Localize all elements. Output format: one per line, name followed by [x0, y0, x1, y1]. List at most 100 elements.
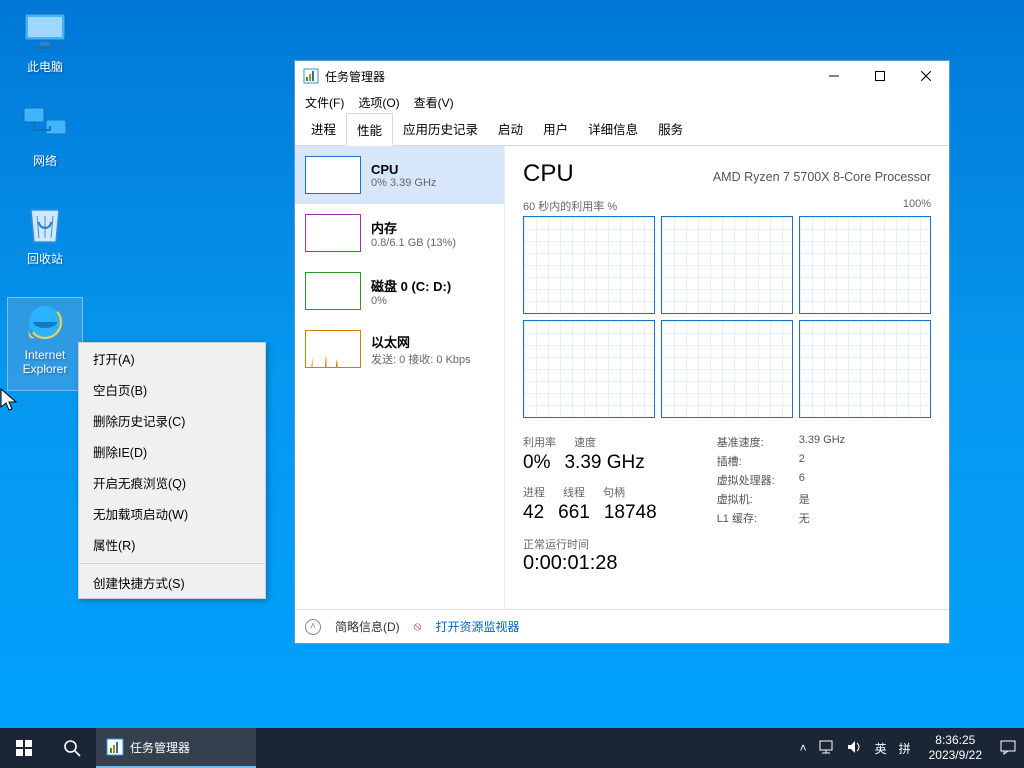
desktop-icon-recycle-bin[interactable]: 回收站	[8, 200, 82, 267]
menu-options[interactable]: 选项(O)	[358, 94, 399, 111]
lbl-util: 利用率	[523, 434, 556, 450]
monitor-icon	[21, 8, 69, 56]
side-ethernet[interactable]: 以太网 发送: 0 接收: 0 Kbps	[295, 320, 504, 378]
ctx-open[interactable]: 打开(A)	[79, 343, 265, 374]
side-memory[interactable]: 内存 0.8/6.1 GB (13%)	[295, 204, 504, 262]
mouse-cursor	[0, 388, 18, 412]
close-button[interactable]	[903, 61, 949, 91]
cpu-model: AMD Ryzen 7 5700X 8-Core Processor	[713, 170, 931, 184]
ctx-inprivate[interactable]: 开启无痕浏览(Q)	[79, 467, 265, 498]
taskbar-task-manager[interactable]: 任务管理器	[96, 728, 256, 768]
graph-left-label: 60 秒内的利用率 %	[523, 198, 617, 214]
tab-apphistory[interactable]: 应用历史记录	[393, 113, 488, 145]
rt-k1: 插槽:	[717, 453, 787, 469]
lbl-proc: 进程	[523, 484, 545, 500]
ctx-blank[interactable]: 空白页(B)	[79, 374, 265, 405]
side-disk[interactable]: 磁盘 0 (C: D:) 0%	[295, 262, 504, 320]
tm-footer: ˄ 简略信息(D) ⦸ 打开资源监视器	[295, 609, 949, 643]
side-cpu-sub: 0% 3.39 GHz	[371, 177, 436, 189]
network-tray-icon[interactable]	[819, 740, 835, 757]
search-button[interactable]	[48, 728, 96, 768]
disk-thumb	[305, 272, 361, 310]
side-mem-title: 内存	[371, 218, 456, 237]
lbl-handles: 句柄	[603, 484, 625, 500]
tab-services[interactable]: 服务	[648, 113, 693, 145]
side-cpu[interactable]: CPU 0% 3.39 GHz	[295, 146, 504, 204]
core-graph-5	[799, 320, 931, 418]
tabs: 进程 性能 应用历史记录 启动 用户 详细信息 服务	[295, 113, 949, 146]
notifications-icon[interactable]	[1000, 739, 1016, 758]
chevron-up-icon[interactable]: ˄	[305, 619, 321, 635]
desktop-icon-network[interactable]: 网络	[8, 102, 82, 169]
menu-view[interactable]: 查看(V)	[414, 94, 454, 111]
volume-icon[interactable]	[847, 740, 863, 757]
lbl-threads: 线程	[563, 484, 585, 500]
clock[interactable]: 8:36:25 2023/9/22	[923, 733, 988, 763]
uptime-label: 正常运行时间	[523, 536, 657, 552]
icon-label: 此电脑	[8, 58, 82, 75]
minimize-button[interactable]	[811, 61, 857, 91]
side-cpu-title: CPU	[371, 162, 436, 177]
system-tray: ˄ 英 拼 8:36:25 2023/9/22	[800, 733, 1024, 763]
ctx-shortcut[interactable]: 创建快捷方式(S)	[79, 567, 265, 598]
rt-k2: 虚拟处理器:	[717, 472, 787, 488]
core-graph-2	[799, 216, 931, 314]
side-net-sub: 发送: 0 接收: 0 Kbps	[371, 351, 471, 367]
open-resmon[interactable]: 打开资源监视器	[436, 618, 520, 635]
val-threads: 661	[558, 502, 590, 524]
ctx-separator	[80, 563, 264, 564]
menu-file[interactable]: 文件(F)	[305, 94, 344, 111]
side-disk-title: 磁盘 0 (C: D:)	[371, 276, 451, 295]
recycle-bin-icon	[21, 200, 69, 248]
ie-icon	[21, 298, 69, 346]
perf-main: CPU AMD Ryzen 7 5700X 8-Core Processor 6…	[505, 146, 949, 609]
tab-users[interactable]: 用户	[533, 113, 578, 145]
ime-mode[interactable]: 拼	[899, 740, 911, 757]
fewer-details[interactable]: 简略信息(D)	[335, 618, 400, 635]
rt-k3: 虚拟机:	[717, 491, 787, 507]
desktop-icon-this-pc[interactable]: 此电脑	[8, 8, 82, 75]
lbl-speed: 速度	[574, 434, 596, 450]
rt-v2: 6	[799, 472, 805, 488]
titlebar[interactable]: 任务管理器	[295, 61, 949, 91]
cpu-thumb	[305, 156, 361, 194]
clock-time: 8:36:25	[929, 733, 982, 748]
clock-date: 2023/9/22	[929, 748, 982, 763]
rt-k4: L1 缓存:	[717, 510, 787, 526]
icon-label: 回收站	[8, 250, 82, 267]
perf-sidepanel: CPU 0% 3.39 GHz 内存 0.8/6.1 GB (13%) 磁盘 0…	[295, 146, 505, 609]
ethernet-thumb	[305, 330, 361, 368]
tab-performance[interactable]: 性能	[346, 113, 393, 146]
ctx-props[interactable]: 属性(R)	[79, 529, 265, 560]
perf-heading: CPU	[523, 160, 574, 188]
rt-v3: 是	[799, 491, 810, 507]
memory-thumb	[305, 214, 361, 252]
rt-v4: 无	[799, 510, 810, 526]
graph-right-label: 100%	[903, 198, 931, 214]
ctx-del-ie[interactable]: 删除IE(D)	[79, 436, 265, 467]
val-handles: 18748	[604, 502, 657, 524]
tab-details[interactable]: 详细信息	[578, 113, 648, 145]
side-mem-sub: 0.8/6.1 GB (13%)	[371, 237, 456, 249]
tray-expand-icon[interactable]: ˄	[800, 741, 807, 755]
tab-processes[interactable]: 进程	[301, 113, 346, 145]
desktop-icon-ie[interactable]: Internet Explorer	[8, 298, 82, 390]
icon-label: Internet Explorer	[8, 348, 82, 376]
rt-v0: 3.39 GHz	[799, 434, 845, 450]
val-proc: 42	[523, 502, 544, 524]
cpu-core-grid	[523, 216, 931, 418]
side-disk-sub: 0%	[371, 295, 451, 307]
ime-lang[interactable]: 英	[875, 740, 887, 757]
core-graph-0	[523, 216, 655, 314]
val-speed: 3.39 GHz	[564, 452, 644, 474]
rt-v1: 2	[799, 453, 805, 469]
ctx-noaddons[interactable]: 无加载项启动(W)	[79, 498, 265, 529]
tab-startup[interactable]: 启动	[488, 113, 533, 145]
menubar: 文件(F) 选项(O) 查看(V)	[295, 91, 949, 113]
ctx-del-hist[interactable]: 删除历史记录(C)	[79, 405, 265, 436]
icon-label: 网络	[8, 152, 82, 169]
maximize-button[interactable]	[857, 61, 903, 91]
no-entry-icon: ⦸	[414, 619, 422, 634]
task-manager-window: 任务管理器 文件(F) 选项(O) 查看(V) 进程 性能 应用历史记录 启动 …	[294, 60, 950, 644]
start-button[interactable]	[0, 728, 48, 768]
